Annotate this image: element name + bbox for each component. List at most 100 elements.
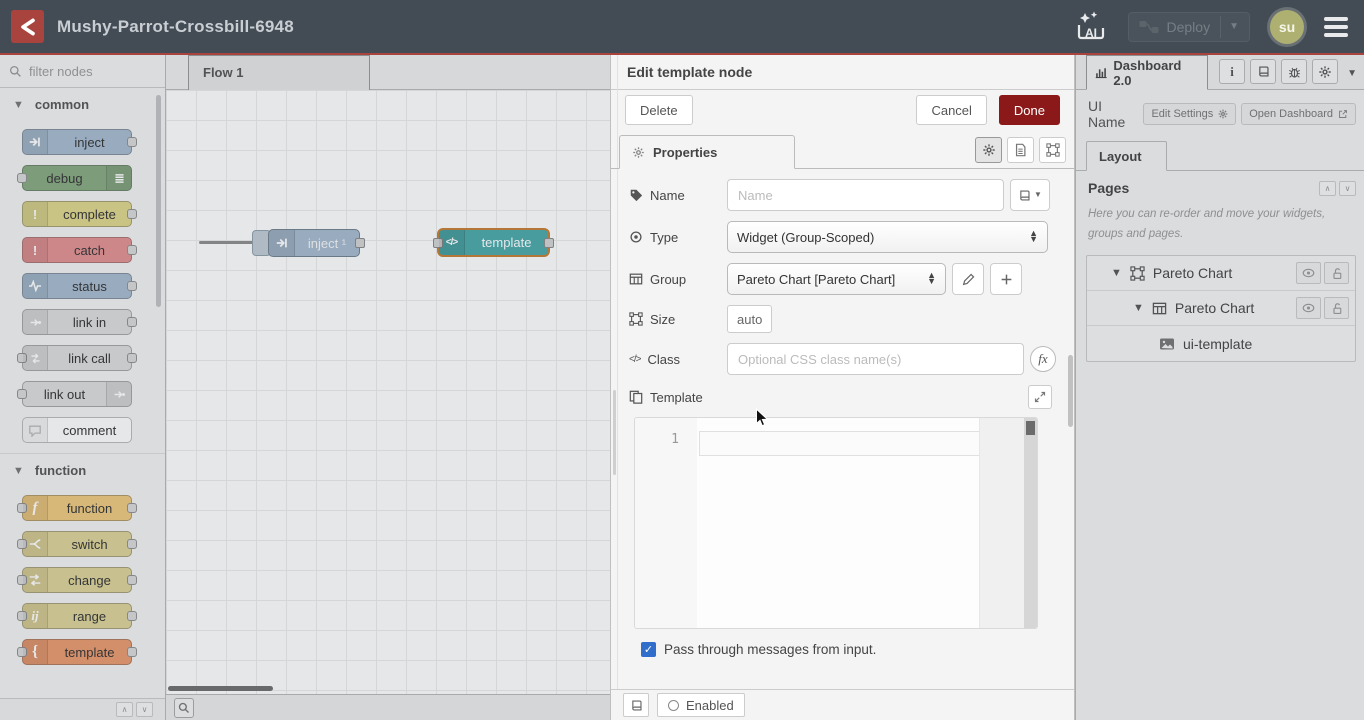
deploy-button[interactable]: Deploy ▼: [1128, 12, 1251, 42]
class-input[interactable]: [727, 343, 1024, 375]
flow-node-inject[interactable]: inject ¹: [268, 229, 360, 257]
palette-node-change[interactable]: change: [22, 567, 132, 593]
tab-properties[interactable]: Properties: [619, 135, 795, 169]
output-port: [127, 575, 137, 585]
user-avatar[interactable]: su: [1270, 10, 1304, 44]
palette-node-range[interactable]: ij range: [22, 603, 132, 629]
range-icon: ij: [23, 604, 48, 628]
class-row: </> Class fx: [629, 343, 1060, 375]
tray-scrollbar[interactable]: [1068, 355, 1073, 427]
collapse-all-button[interactable]: ∧: [1319, 181, 1336, 196]
expand-all-button[interactable]: ∨: [1339, 181, 1356, 196]
main-menu-button[interactable]: [1324, 17, 1348, 37]
palette-node-debug[interactable]: debug: [22, 165, 132, 191]
open-dashboard-button[interactable]: Open Dashboard: [1241, 103, 1356, 125]
tab-properties-button[interactable]: [975, 137, 1002, 163]
name-input[interactable]: [727, 179, 1004, 211]
done-button[interactable]: Done: [999, 95, 1060, 125]
size-auto-button[interactable]: auto: [727, 305, 772, 333]
node-label: inject ¹: [295, 236, 359, 251]
page-frame-icon: [1130, 266, 1145, 281]
type-select[interactable]: Widget (Group-Scoped) ▲▼: [727, 221, 1048, 253]
chevron-down-icon[interactable]: ▼: [1133, 302, 1144, 314]
chevron-down-icon[interactable]: ▼: [1111, 267, 1122, 279]
unlock-icon: [1331, 302, 1343, 315]
editor-scrollbar[interactable]: [1024, 418, 1037, 628]
select-arrows-icon: ▲▼: [1029, 231, 1038, 242]
palette-node-comment[interactable]: comment: [22, 417, 132, 443]
unlock-icon: [1331, 267, 1343, 280]
zoom-search-button[interactable]: [174, 698, 194, 718]
palette-node-switch[interactable]: switch: [22, 531, 132, 557]
cancel-button[interactable]: Cancel: [916, 95, 986, 125]
node-enabled-toggle[interactable]: Enabled: [657, 693, 745, 717]
palette-category-function[interactable]: ▼ function: [0, 454, 165, 485]
enabled-circle-icon: [668, 700, 679, 711]
sidebar-menu-caret[interactable]: ▼: [1347, 68, 1357, 79]
tab-description-button[interactable]: [1007, 137, 1034, 163]
tab-layout[interactable]: Layout: [1086, 141, 1167, 171]
catch-icon: !: [23, 238, 48, 262]
tree-row-widget[interactable]: ui-template: [1087, 326, 1355, 361]
pass-through-checkbox[interactable]: ✓: [641, 642, 656, 657]
ai-assistant-button[interactable]: AI: [1074, 10, 1108, 44]
lock-toggle-button[interactable]: [1324, 297, 1349, 319]
output-port[interactable]: [355, 238, 365, 248]
add-group-button[interactable]: [990, 263, 1022, 295]
node-help-button[interactable]: [623, 693, 649, 717]
palette-category-common[interactable]: ▼ common: [0, 88, 165, 119]
flow-tab[interactable]: Flow 1: [188, 55, 370, 90]
info-button[interactable]: i: [1219, 59, 1245, 84]
label-type-button[interactable]: ▼: [1010, 179, 1050, 211]
palette-node-inject[interactable]: inject: [22, 129, 132, 155]
palette-node-function[interactable]: f function: [22, 495, 132, 521]
template-code-editor[interactable]: 1: [634, 417, 1038, 629]
tab-dashboard[interactable]: Dashboard 2.0: [1086, 55, 1208, 90]
config-nodes-button[interactable]: [1312, 59, 1338, 84]
lock-toggle-button[interactable]: [1324, 262, 1349, 284]
palette-node-complete[interactable]: ! complete: [22, 201, 132, 227]
visibility-toggle-button[interactable]: [1296, 262, 1321, 284]
canvas-horizontal-scrollbar[interactable]: [168, 686, 273, 691]
complete-icon: !: [23, 202, 48, 226]
palette-node-link-in[interactable]: link in: [22, 309, 132, 335]
delete-button[interactable]: Delete: [625, 95, 693, 125]
deploy-caret-icon[interactable]: ▼: [1229, 22, 1239, 32]
visibility-toggle-button[interactable]: [1296, 297, 1321, 319]
plus-icon: [1000, 273, 1013, 286]
header-bar: Mushy-Parrot-Crossbill-6948 AI Deploy ▼ …: [0, 0, 1364, 55]
enabled-label: Enabled: [686, 698, 734, 713]
palette-node-template[interactable]: { template: [22, 639, 132, 665]
tree-row-page[interactable]: ▼ Pareto Chart: [1087, 256, 1355, 291]
flow-canvas[interactable]: inject ¹ </> template: [166, 90, 610, 694]
expand-editor-button[interactable]: [1028, 385, 1052, 409]
palette-node-catch[interactable]: ! catch: [22, 237, 132, 263]
appearance-frame-icon: [1046, 143, 1060, 157]
workspace-title: Mushy-Parrot-Crossbill-6948: [57, 17, 294, 37]
palette-filter[interactable]: filter nodes: [0, 55, 165, 88]
help-button[interactable]: [1250, 59, 1276, 84]
palette-collapse-all-button[interactable]: ∧: [116, 702, 133, 717]
function-icon: f: [23, 496, 48, 520]
tab-appearance-button[interactable]: [1039, 137, 1066, 163]
palette-scrollbar[interactable]: [156, 95, 161, 307]
tree-row-group[interactable]: ▼ Pareto Chart: [1087, 291, 1355, 326]
palette-node-link-call[interactable]: link call: [22, 345, 132, 371]
edit-node-dialog: Edit template node Delete Cancel Done Pr…: [610, 55, 1075, 720]
node-palette: filter nodes ▼ common inject debug ! com…: [0, 55, 166, 720]
palette-expand-all-button[interactable]: ∨: [136, 702, 153, 717]
edit-settings-button[interactable]: Edit Settings: [1143, 103, 1236, 125]
palette-node-link-out[interactable]: link out: [22, 381, 132, 407]
output-port[interactable]: [544, 238, 554, 248]
document-icon: [1014, 143, 1027, 157]
flow-workspace: Flow 1 inject ¹ </> template: [166, 55, 610, 720]
layout-tree: ▼ Pareto Chart ▼ Pareto Chart: [1086, 255, 1356, 362]
palette-node-status[interactable]: status: [22, 273, 132, 299]
edit-group-button[interactable]: [952, 263, 984, 295]
table-icon: [1152, 301, 1167, 316]
flow-node-template-selected[interactable]: </> template: [437, 228, 550, 257]
fx-button[interactable]: fx: [1030, 346, 1056, 372]
name-row: Name ▼: [629, 179, 1060, 211]
debug-button[interactable]: [1281, 59, 1307, 84]
group-select[interactable]: Pareto Chart [Pareto Chart] ▲▼: [727, 263, 946, 295]
